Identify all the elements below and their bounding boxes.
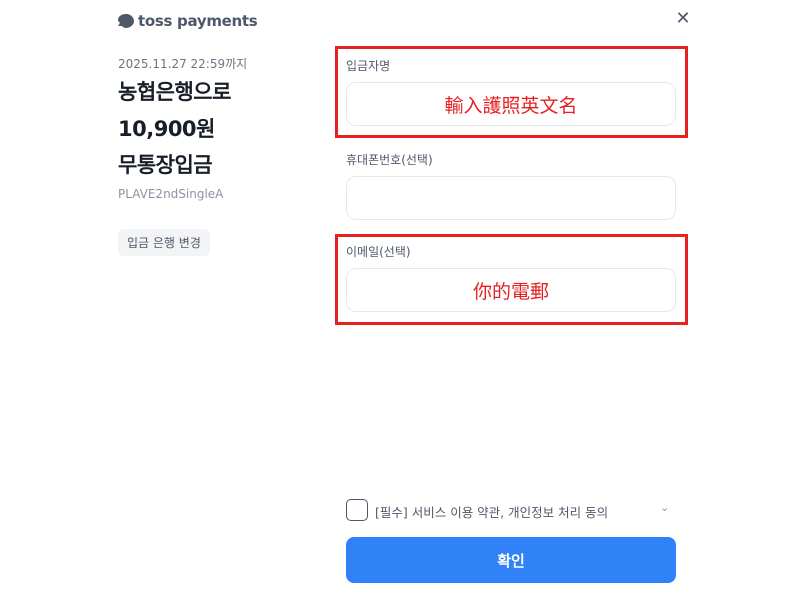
agreement-checkbox[interactable] [346,499,368,521]
bank-name: 농협은행으로 [118,80,231,104]
email-label: 이메일(선택) [346,245,411,259]
depositor-input[interactable]: 輸入護照英文名 [346,82,676,126]
email-annotation: 你的電郵 [472,280,549,303]
phone-input[interactable] [346,176,676,220]
close-icon[interactable]: ✕ [673,9,693,29]
toss-logo-icon [118,14,134,28]
phone-label: 휴대폰번호(선택) [346,153,433,167]
order-name: PLAVE2ndSingleA [118,187,224,201]
email-input[interactable]: 你的電郵 [346,268,676,312]
depositor-label: 입금자명 [346,59,391,73]
logo-text: toss payments [138,12,258,30]
confirm-button[interactable]: 확인 [346,537,676,583]
payment-method: 무통장입금 [118,153,213,177]
toss-payments-logo: toss payments [118,12,258,30]
depositor-annotation: 輸入護照英文名 [444,94,578,117]
deposit-deadline: 2025.11.27 22:59까지 [118,57,248,71]
change-bank-button[interactable]: 입금 은행 변경 [118,229,210,256]
chevron-down-icon[interactable]: ⌄ [660,501,669,514]
agreement-label[interactable]: [필수] 서비스 이용 약관, 개인정보 처리 동의 [375,502,608,521]
amount: 10,900원 [118,117,215,141]
